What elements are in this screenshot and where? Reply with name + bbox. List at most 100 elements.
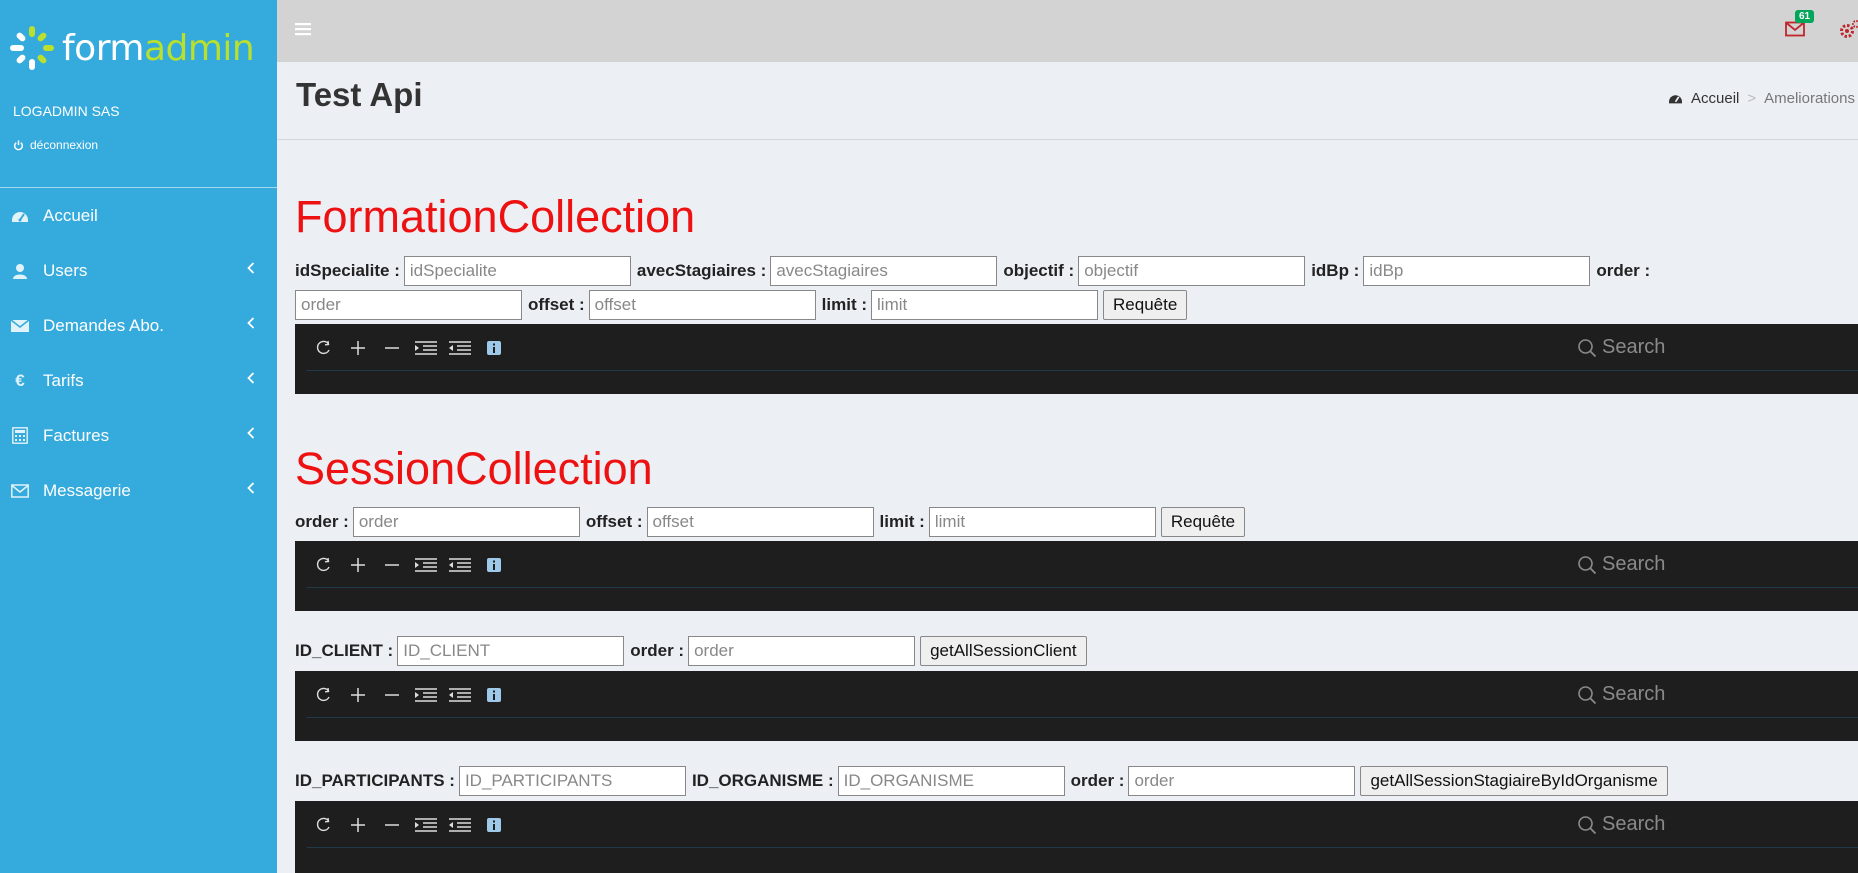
refresh-icon[interactable] <box>311 556 337 574</box>
outdent-icon[interactable] <box>447 339 473 357</box>
page-title: Test Api <box>296 76 423 113</box>
sidebar-item-label: Accueil <box>43 205 98 225</box>
order-input[interactable] <box>295 290 522 320</box>
session-offset-input[interactable] <box>646 507 874 537</box>
sidebar-item-accueil[interactable]: Accueil <box>0 188 277 243</box>
viewer-divider <box>307 717 1858 718</box>
viewer-toolbar <box>311 686 507 704</box>
sidebar: formadmin LOGADMIN SAS déconnexion Accue… <box>0 0 277 873</box>
objectif-label: objectif : <box>1003 261 1075 280</box>
get-all-session-client-button[interactable]: getAllSessionClient <box>920 636 1087 666</box>
idspecialite-label: idSpecialite : <box>295 261 400 280</box>
outdent-icon[interactable] <box>447 816 473 834</box>
sidebar-item-label: Factures <box>43 425 110 445</box>
sidebar-item-demandes-abo[interactable]: Demandes Abo. <box>0 298 277 353</box>
search-placeholder: Search <box>1602 813 1666 835</box>
logo-text-form: form <box>62 27 144 69</box>
user-icon <box>10 263 30 279</box>
logout-link[interactable]: déconnexion <box>13 138 98 152</box>
order-label: order : <box>1070 771 1125 790</box>
logo[interactable]: formadmin <box>8 22 255 74</box>
envelope-outline-icon <box>10 483 30 498</box>
indent-icon[interactable] <box>413 339 439 357</box>
sidebar-item-label: Demandes Abo. <box>43 315 164 335</box>
outdent-icon[interactable] <box>447 556 473 574</box>
search-icon <box>1578 338 1597 357</box>
viewer-search[interactable]: Search <box>1577 553 1665 576</box>
offset-label: offset : <box>528 295 585 314</box>
objectif-input[interactable] <box>1078 256 1306 286</box>
formation-request-button[interactable]: Requête <box>1103 290 1188 320</box>
session-request-button[interactable]: Requête <box>1160 507 1246 537</box>
viewer-search[interactable]: Search <box>1577 683 1665 706</box>
search-icon <box>1578 555 1597 574</box>
sidebar-item-users[interactable]: Users <box>0 243 277 298</box>
viewer-divider <box>307 370 1858 371</box>
get-all-session-stagiaire-button[interactable]: getAllSessionStagiaireByIdOrganisme <box>1360 766 1668 796</box>
expand-plus-icon[interactable] <box>345 816 371 834</box>
formation-filter-row-1: idSpecialite : avecStagiaires : objectif… <box>295 256 1654 286</box>
sidebar-item-factures[interactable]: Factures <box>0 408 277 463</box>
indent-icon[interactable] <box>413 816 439 834</box>
idbp-label: idBp : <box>1311 261 1360 280</box>
client-order-input[interactable] <box>688 636 916 666</box>
info-icon[interactable] <box>481 686 507 704</box>
refresh-icon[interactable] <box>311 686 337 704</box>
session-json-viewer: Search <box>295 541 1858 611</box>
chevron-left-icon <box>247 427 255 439</box>
session-limit-input[interactable] <box>928 507 1156 537</box>
collapse-minus-icon[interactable] <box>379 686 405 704</box>
offset-input[interactable] <box>588 290 816 320</box>
logo-text-admin: admin <box>143 27 255 69</box>
indent-icon[interactable] <box>413 686 439 704</box>
breadcrumb-current: Ameliorations <box>1764 90 1855 107</box>
search-icon <box>1578 685 1597 704</box>
breadcrumb-home-link[interactable]: Accueil <box>1691 90 1739 107</box>
avecstagiaires-label: avecStagiaires : <box>636 261 767 280</box>
limit-label: limit : <box>879 512 925 531</box>
power-icon <box>13 139 24 150</box>
avecstagiaires-input[interactable] <box>770 256 998 286</box>
limit-label: limit : <box>821 295 868 314</box>
info-icon[interactable] <box>481 556 507 574</box>
calculator-icon <box>10 427 30 444</box>
expand-plus-icon[interactable] <box>345 686 371 704</box>
breadcrumb-separator: > <box>1747 90 1757 107</box>
sidebar-item-tarifs[interactable]: € Tarifs <box>0 353 277 408</box>
id-organisme-input[interactable] <box>837 766 1065 796</box>
header-divider <box>277 139 1858 140</box>
chevron-left-icon <box>247 372 255 384</box>
viewer-search[interactable]: Search <box>1577 813 1665 836</box>
sidebar-item-label: Tarifs <box>43 370 84 390</box>
collapse-minus-icon[interactable] <box>379 556 405 574</box>
refresh-icon[interactable] <box>311 339 337 357</box>
formation-filter-row-2: offset : limit : Requête <box>295 290 1188 320</box>
expand-plus-icon[interactable] <box>345 339 371 357</box>
sidebar-item-messagerie[interactable]: Messagerie <box>0 463 277 518</box>
info-icon[interactable] <box>481 816 507 834</box>
client-filter-row: ID_CLIENT : order : getAllSessionClient <box>295 636 1087 666</box>
gears-icon[interactable] <box>1838 19 1858 41</box>
info-icon[interactable] <box>481 339 507 357</box>
session-order-input[interactable] <box>352 507 580 537</box>
limit-input[interactable] <box>871 290 1099 320</box>
formation-collection-title: FormationCollection <box>295 191 696 242</box>
id-client-input[interactable] <box>397 636 625 666</box>
hamburger-menu-icon[interactable] <box>295 22 311 36</box>
indent-icon[interactable] <box>413 556 439 574</box>
id-participants-input[interactable] <box>458 766 686 796</box>
order-label: order : <box>1596 261 1651 280</box>
participants-order-input[interactable] <box>1128 766 1356 796</box>
mail-notification-icon[interactable] <box>1785 21 1805 37</box>
collapse-minus-icon[interactable] <box>379 339 405 357</box>
session-filter-row: order : offset : limit : Requête <box>295 507 1246 537</box>
refresh-icon[interactable] <box>311 816 337 834</box>
outdent-icon[interactable] <box>447 686 473 704</box>
expand-plus-icon[interactable] <box>345 556 371 574</box>
idspecialite-input[interactable] <box>403 256 631 286</box>
participants-json-viewer: Search <box>295 801 1858 873</box>
collapse-minus-icon[interactable] <box>379 816 405 834</box>
search-placeholder: Search <box>1602 336 1666 358</box>
idbp-input[interactable] <box>1363 256 1591 286</box>
viewer-search[interactable]: Search <box>1577 336 1665 359</box>
